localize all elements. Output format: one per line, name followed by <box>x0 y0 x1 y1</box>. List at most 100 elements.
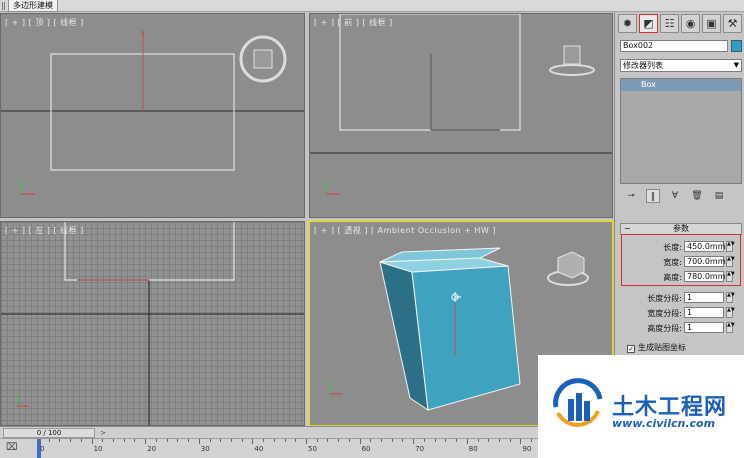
ruler-minor-tick <box>166 439 168 442</box>
ruler-minor-tick <box>241 439 243 442</box>
viewport-top-label[interactable]: [ + ] [ 顶 ] [ 线框 ] <box>5 17 84 28</box>
param-value-input[interactable]: 1 <box>684 292 724 303</box>
object-name-field[interactable]: Box002 <box>620 40 728 52</box>
ruler-minor-tick <box>477 439 479 442</box>
stack-tools: ⊸ ‖ ∀ 🗑 ▤ <box>620 188 742 204</box>
remove-modifier-icon[interactable]: 🗑 <box>690 189 704 203</box>
param-value-input[interactable]: 450.0mm <box>684 241 726 252</box>
viewport-front[interactable]: [ + ] [ 前 ] [ 线框 ] <box>309 13 613 218</box>
param-width: 宽度: 700.0mm ▲▼ <box>620 256 742 268</box>
rollout-title: 参数 <box>673 224 689 233</box>
gen-mapping-checkbox[interactable]: ✓ 生成贴图坐标 <box>627 342 686 353</box>
utilities-icon[interactable]: ⚒ <box>723 14 742 33</box>
ruler-number: 70 <box>415 445 425 453</box>
next-frame-button[interactable]: > <box>96 428 110 438</box>
hierarchy-icon[interactable]: ☷ <box>660 14 679 33</box>
ruler-minor-tick <box>338 439 340 442</box>
ruler-minor-tick <box>456 439 458 442</box>
ruler-tick <box>306 439 307 444</box>
ruler-tick <box>413 439 415 444</box>
param-value-input[interactable]: 780.0mm <box>684 271 726 282</box>
ruler-number: 10 <box>93 445 103 453</box>
object-color-swatch[interactable] <box>731 40 742 52</box>
ruler-minor-tick <box>295 439 297 442</box>
ruler-tick <box>145 439 147 444</box>
checkbox-checked-icon: ✓ <box>627 345 635 353</box>
viewport-perspective-label[interactable]: [ + ] [ 透视 ] [ Ambient Occlusion + HW ] <box>314 225 496 236</box>
ruler-minor-tick <box>59 439 61 442</box>
tab-polygon-modeling[interactable]: 多边形建模 <box>8 0 58 12</box>
ruler-minor-tick <box>123 439 125 442</box>
ruler-minor-tick <box>445 439 447 442</box>
ruler-number: 60 <box>361 445 371 453</box>
viewport-top[interactable]: y [ + ] [ 顶 ] [ 线框 ] <box>0 13 305 218</box>
modify-icon[interactable]: ◩ <box>639 14 658 33</box>
ruler-minor-tick <box>509 439 511 442</box>
watermark: 土木工程网 www.civilcn.com <box>538 355 744 458</box>
svg-text:y: y <box>141 29 145 36</box>
ruler-minor-tick <box>209 439 211 442</box>
ruler-number: 40 <box>254 445 264 453</box>
viewport-top-canvas: y <box>1 29 304 195</box>
ruler-minor-tick <box>155 439 157 442</box>
ruler-minor-tick <box>498 439 500 442</box>
spinner-icon[interactable]: ▲▼ <box>726 292 735 303</box>
spinner-icon[interactable]: ▲▼ <box>726 256 735 267</box>
ruler-minor-tick <box>284 439 286 442</box>
param-value-input[interactable]: 1 <box>684 322 724 333</box>
param-value-input[interactable]: 1 <box>684 307 724 318</box>
ruler-minor-tick <box>220 439 222 442</box>
key-filter-icon[interactable]: ⌧ <box>6 442 22 456</box>
motion-icon[interactable]: ◉ <box>681 14 700 33</box>
ruler-minor-tick <box>230 439 232 442</box>
time-slider[interactable]: 0 / 100 <box>3 428 95 438</box>
ruler-minor-tick <box>134 439 136 442</box>
ruler-number: 30 <box>200 445 210 453</box>
display-icon[interactable]: ▣ <box>702 14 721 33</box>
modifier-list-dropdown[interactable]: 修改器列表 ▼ <box>620 59 742 72</box>
ruler-tick <box>198 439 200 444</box>
viewport-left-canvas <box>1 222 304 425</box>
collapse-icon: − <box>624 224 631 233</box>
create-icon[interactable]: ✹ <box>618 14 637 33</box>
show-end-result-icon[interactable]: ‖ <box>646 189 660 203</box>
time-slider-bar: 0 / 100 > <box>0 426 614 438</box>
ruler-minor-tick <box>423 439 425 442</box>
viewport-front-label[interactable]: [ + ] [ 前 ] [ 线框 ] <box>314 17 393 28</box>
stack-item-box[interactable]: Box <box>621 79 741 91</box>
ruler-tick <box>91 439 93 444</box>
pin-stack-icon[interactable]: ⊸ <box>624 189 638 203</box>
spinner-icon[interactable]: ▲▼ <box>726 322 735 333</box>
ruler-minor-tick <box>348 439 350 442</box>
param-label: 高度分段: <box>647 324 682 333</box>
ruler-number: 80 <box>468 445 478 453</box>
param-height-segs: 高度分段: 1 ▲▼ <box>620 322 742 334</box>
param-value-input[interactable]: 700.0mm <box>684 256 726 267</box>
ruler-tick <box>38 439 39 444</box>
ruler-minor-tick <box>531 439 533 442</box>
ruler-number: 20 <box>147 445 157 453</box>
ruler-minor-tick <box>327 439 329 442</box>
viewport-left[interactable]: [ + ] [ 左 ] [ 线框 ] <box>0 221 305 426</box>
param-label: 宽度: <box>663 258 682 267</box>
watermark-url: www.civilcn.com <box>612 417 716 430</box>
configure-sets-icon[interactable]: ▤ <box>712 189 726 203</box>
ruler-tick <box>252 439 254 444</box>
ruler-minor-tick <box>488 439 490 442</box>
ruler-tick <box>359 439 361 444</box>
spinner-icon[interactable]: ▲▼ <box>726 271 735 282</box>
ruler-minor-tick <box>370 439 372 442</box>
ruler-minor-tick <box>263 439 265 442</box>
ribbon-grip[interactable] <box>2 2 5 10</box>
make-unique-icon[interactable]: ∀ <box>668 189 682 203</box>
ruler-minor-tick <box>402 439 404 442</box>
ruler-minor-tick <box>177 439 179 442</box>
param-label: 长度分段: <box>647 294 682 303</box>
viewport-left-label[interactable]: [ + ] [ 左 ] [ 线框 ] <box>5 225 84 236</box>
command-panel-tabs: ✹ ◩ ☷ ◉ ▣ ⚒ <box>615 14 744 36</box>
spinner-icon[interactable]: ▲▼ <box>726 241 735 252</box>
spinner-icon[interactable]: ▲▼ <box>726 307 735 318</box>
ribbon-bar: 多边形建模 <box>0 0 744 12</box>
ruler-minor-tick <box>391 439 393 442</box>
param-width-segs: 宽度分段: 1 ▲▼ <box>620 307 742 319</box>
